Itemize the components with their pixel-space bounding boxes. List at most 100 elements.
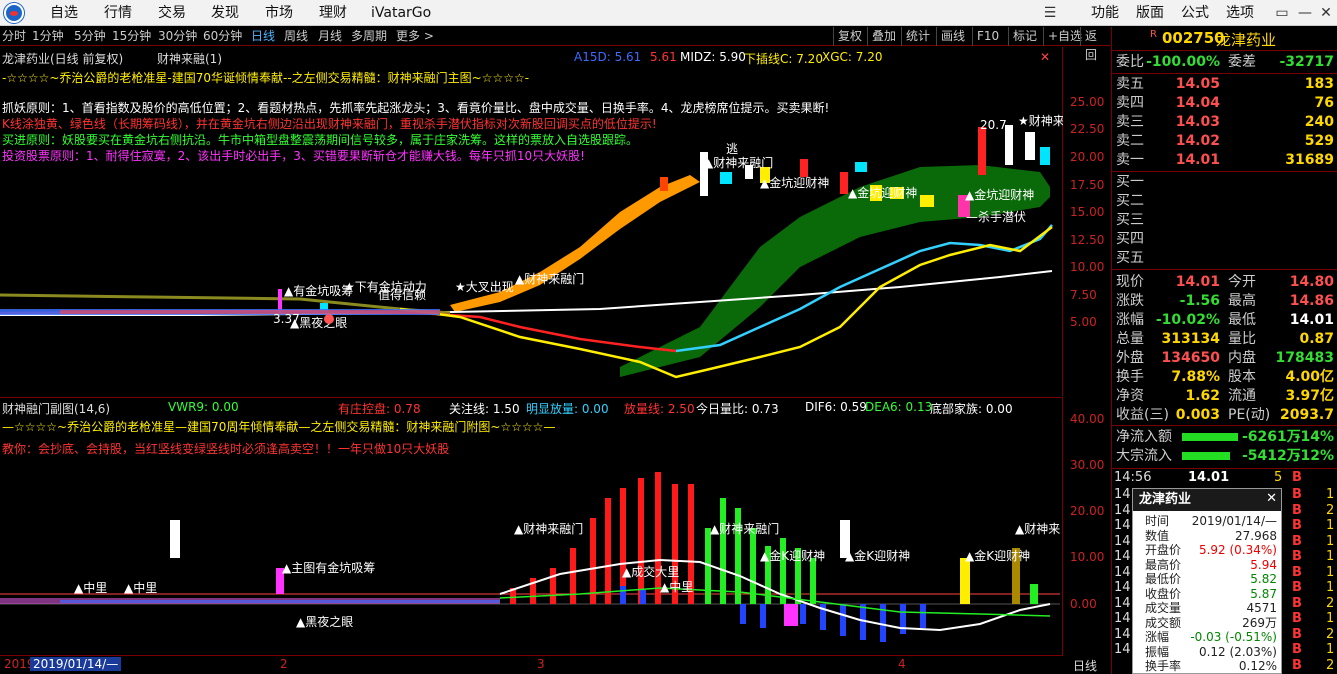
period-more[interactable]: 更多 > [396,27,434,46]
period-multi[interactable]: 多周期 [351,27,387,46]
toolbar-f10[interactable]: F10 [972,27,1003,46]
menu-item-jiaoyi[interactable]: 交易 [158,0,186,26]
ask-row[interactable]: 卖一 14.01 31689 [1112,151,1337,170]
indicator-midz: MIDZ: 5.90 [680,50,746,64]
bigflow-row: 大宗流入 -5412万 -12% [1112,447,1337,466]
close-indicator-icon[interactable]: ✕ [1040,50,1050,64]
period-week[interactable]: 周线 [284,27,308,46]
menu-item-gongneng[interactable]: 功能 [1091,0,1119,26]
period-5min[interactable]: 5分钟 [74,27,106,46]
close-icon[interactable]: ✕ [1316,3,1336,23]
period-day[interactable]: 日线 [251,27,275,46]
period-month[interactable]: 月线 [318,27,342,46]
svg-text:▲金坑迎财神: ▲金坑迎财神 [965,187,1034,202]
tick-side: B [1292,580,1302,595]
period-label[interactable]: 日线 [1073,657,1097,674]
stat-value: 134650 [1161,350,1220,366]
restore-icon[interactable]: — [1295,3,1315,23]
logo-icon[interactable] [4,3,24,23]
bid-row[interactable]: 买五 [1112,249,1337,268]
minimize-icon[interactable]: ▭ [1272,3,1292,23]
stat-row: 外盘 134650 内盘 178483 [1112,349,1337,368]
period-fenshi[interactable]: 分时 [2,27,26,46]
ask-row[interactable]: 卖三 14.03 240 [1112,113,1337,132]
sub-y-tick-0: 40.00 [1070,412,1105,426]
bid-row[interactable]: 买一 [1112,173,1337,192]
main-chart-title[interactable]: 龙津药业(日线 前复权) [2,50,123,67]
ask-label: 卖五 [1116,76,1144,92]
tick-vol: 1 [1326,611,1335,626]
bid-row[interactable]: 买四 [1112,230,1337,249]
rule-3: 投资股票原则：1、耐得住寂寞，2、该出手时必出手，3、买错要果断斩仓才能赚大钱。… [2,149,585,163]
stat-value: -10.02% [1155,312,1220,328]
menu-item-xuanxiang[interactable]: 选项 [1226,0,1254,26]
stat-value: 7.88% [1171,369,1220,385]
ask-row[interactable]: 卖五 14.05 183 [1112,75,1337,94]
y-tick-2: 20.00 [1070,150,1105,164]
ask-label: 卖一 [1116,152,1144,168]
menu-item-licai[interactable]: 理财 [319,0,347,26]
toolbar-huaxian[interactable]: 画线 [936,27,969,46]
stat-label: 收益(三) [1116,407,1169,423]
toolbar-fanhui[interactable]: 返回 [1080,27,1110,62]
tick-vol: 1 [1326,564,1335,580]
svg-text:▲财神来融门: ▲财神来融门 [704,155,773,170]
svg-text:▲中里: ▲中里 [660,579,693,594]
ask-price: 14.01 [1175,152,1220,168]
svg-text:—杀手潜伏: —杀手潜伏 [966,209,1026,224]
weibi-row: 委比 -100.00% 委差 -32717 [1112,53,1337,72]
toolbar-diejia[interactable]: 叠加 [867,27,900,46]
bid-row[interactable]: 买三 [1112,211,1337,230]
indicator-name[interactable]: 财神来融(1) [157,50,222,67]
r-badge: R [1150,29,1157,40]
bid-row[interactable]: 买二 [1112,192,1337,211]
menu-item-hangqing[interactable]: 行情 [104,0,132,26]
toolbar-fuquan[interactable]: 复权 [833,27,866,46]
stat-label: 现价 [1116,274,1144,290]
sub-liangbi: 今日量比: 0.73 [696,402,779,416]
sub-y-tick-3: 10.00 [1070,550,1105,564]
sub-banner: —☆☆☆☆~乔治公爵的老枪准星—建国70周年倾情奉献—之左侧交易精髓：财神来融门… [2,420,556,434]
tick-vol: 5 [1274,470,1283,485]
menu-item-zixuan[interactable]: 自选 [50,0,78,26]
popup-close-icon[interactable]: ✕ [1266,491,1277,506]
tick-side: B [1292,533,1302,549]
svg-text:▲成交大里: ▲成交大里 [622,564,679,579]
stat-label: 总量 [1116,331,1144,347]
stat-label: 外盘 [1116,350,1144,366]
stat-label: PE(动) [1228,407,1271,423]
period-15min[interactable]: 15分钟 [112,27,151,46]
tick-vol: 1 [1326,487,1335,502]
menu-item-ivatargo[interactable]: iVatarGo [371,0,431,26]
toolbar-biaoji[interactable]: 标记 [1008,27,1041,46]
toolbar-tongji[interactable]: 统计 [901,27,934,46]
tick-price: 14.01 [1188,470,1230,485]
period-30min[interactable]: 30分钟 [158,27,197,46]
menu-item-gongshi[interactable]: 公式 [1181,0,1209,26]
stat-value: 3.97亿 [1285,388,1334,404]
sub-chart-title[interactable]: 财神融门副图(14,6) [2,400,110,417]
ask-row[interactable]: 卖二 14.02 529 [1112,132,1337,151]
bid-label: 买三 [1116,212,1144,228]
menu-icon[interactable]: ☰ [1040,3,1060,23]
netflow-row: 净流入额 -6261万 -14% [1112,428,1337,447]
menu-item-banmian[interactable]: 版面 [1136,0,1164,26]
sub-indicator-chart[interactable]: ▲中里 ▲中里 ▲主图有金坑吸筹 ▲黑夜之眼 ▲财神来融门 ▲成交大里 ▲中里 … [0,397,1104,655]
main-kline-chart[interactable]: ▲有金坑吸筹 ★下有金坑动力 值得信赖 ★大叉出现 ▲财神来融门 ▲黑夜之眼 ▲… [0,47,1104,396]
ask-price: 14.04 [1175,95,1220,111]
tick-side: B [1292,642,1302,657]
y-tick-6: 10.00 [1070,260,1105,274]
menu-item-shichang[interactable]: 市场 [265,0,293,26]
tick-vol: 1 [1326,533,1335,549]
netflow-label: 净流入额 [1116,429,1172,445]
stat-label: 涨幅 [1116,312,1144,328]
sub-dea: DEA6: 0.13 [865,400,933,414]
indicator-a15d: A15D: 5.61 [574,50,642,64]
tick-side: B [1292,470,1302,485]
menu-item-faxian[interactable]: 发现 [211,0,239,26]
period-60min[interactable]: 60分钟 [203,27,242,46]
period-1min[interactable]: 1分钟 [32,27,64,46]
tick-side: B [1292,487,1302,502]
ask-row[interactable]: 卖四 14.04 76 [1112,94,1337,113]
tick-vol: 2 [1326,595,1335,611]
